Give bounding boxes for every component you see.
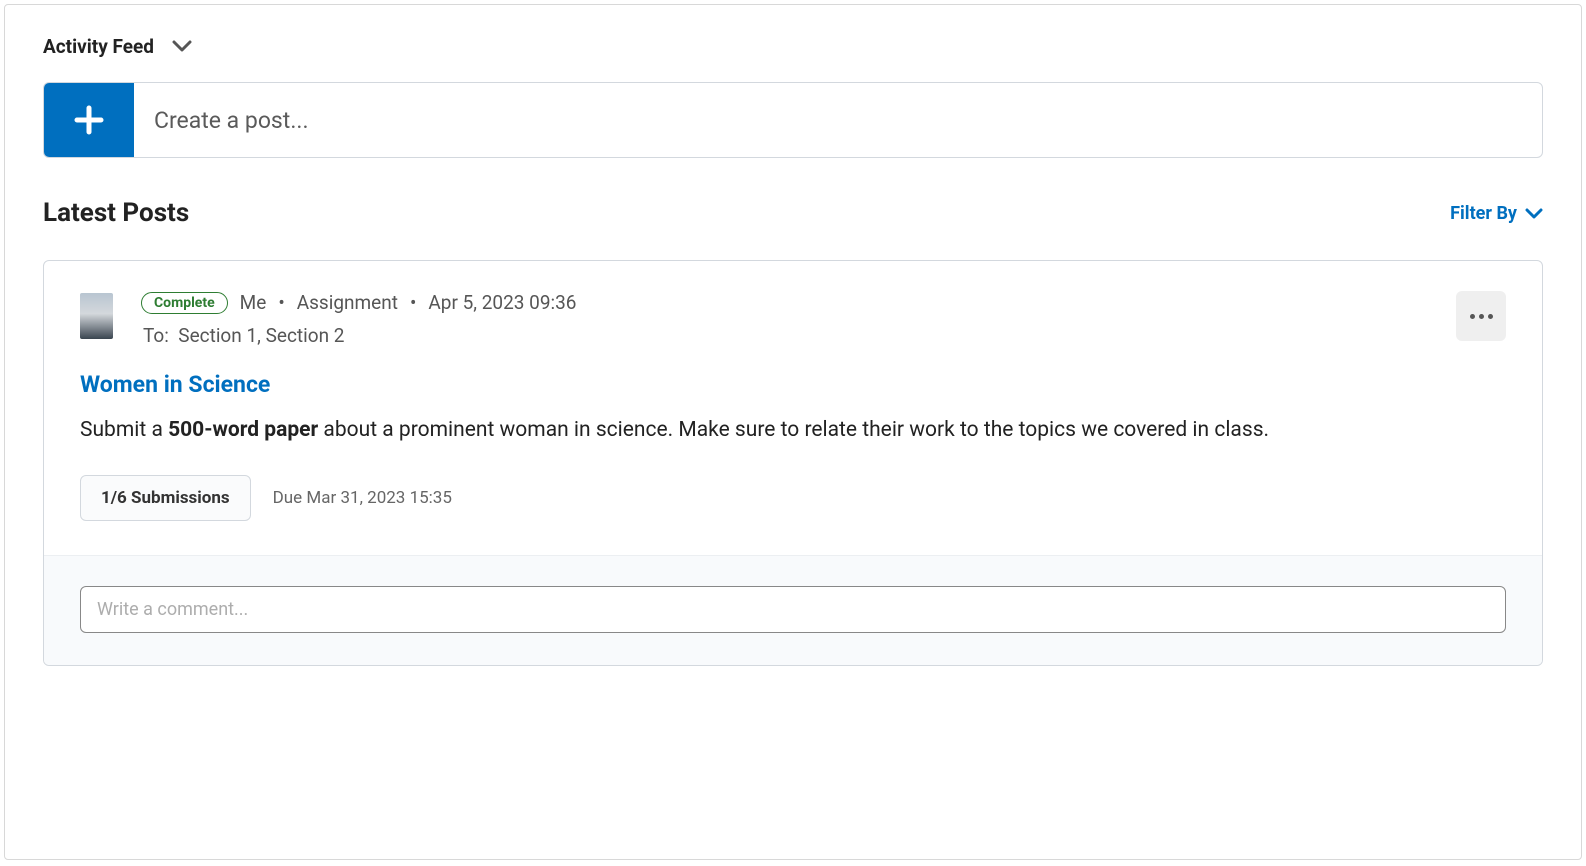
- post-date: Apr 5, 2023 09:36: [428, 291, 576, 314]
- post-meta-line-1: Complete Me • Assignment • Apr 5, 2023 0…: [141, 291, 1428, 314]
- activity-feed-panel: Activity Feed Create a post... Latest Po…: [4, 4, 1582, 860]
- post-description: Submit a 500-word paper about a prominen…: [80, 416, 1506, 445]
- post-author: Me: [240, 291, 267, 314]
- post-meta-row: Complete Me • Assignment • Apr 5, 2023 0…: [80, 291, 1506, 347]
- create-post-button[interactable]: [44, 83, 134, 157]
- page-title: Activity Feed: [43, 35, 154, 58]
- post-desc-pre: Submit a: [80, 418, 168, 442]
- status-badge: Complete: [141, 292, 228, 314]
- post-actions-row: 1/6 Submissions Due Mar 31, 2023 15:35: [80, 475, 1506, 521]
- create-post-bar[interactable]: Create a post...: [43, 82, 1543, 158]
- chevron-down-icon: [1525, 208, 1543, 219]
- post-title-link[interactable]: Women in Science: [80, 371, 1506, 398]
- post-meta: Complete Me • Assignment • Apr 5, 2023 0…: [141, 291, 1428, 347]
- comment-section: [44, 555, 1542, 665]
- to-label: To:: [143, 324, 169, 347]
- section-header: Latest Posts Filter By: [43, 198, 1543, 228]
- post-desc-post: about a prominent woman in science. Make…: [318, 418, 1269, 442]
- post-desc-bold: 500-word paper: [168, 418, 318, 442]
- submissions-button[interactable]: 1/6 Submissions: [80, 475, 251, 521]
- plus-icon: [74, 105, 104, 135]
- header-row: Activity Feed: [43, 35, 1543, 58]
- post-card: Complete Me • Assignment • Apr 5, 2023 0…: [43, 260, 1543, 666]
- more-icon: [1470, 314, 1493, 319]
- comment-input[interactable]: [80, 586, 1506, 633]
- post-recipients: Section 1, Section 2: [178, 324, 344, 347]
- chevron-down-icon[interactable]: [172, 37, 192, 56]
- filter-by-button[interactable]: Filter By: [1450, 203, 1543, 224]
- post-meta-line-2: To: Section 1, Section 2: [141, 324, 1428, 347]
- filter-by-label: Filter By: [1450, 203, 1517, 224]
- avatar: [80, 293, 113, 339]
- due-date: Due Mar 31, 2023 15:35: [273, 488, 452, 508]
- separator-dot: •: [410, 291, 416, 314]
- overflow-menu-button[interactable]: [1456, 291, 1506, 341]
- create-post-placeholder[interactable]: Create a post...: [134, 83, 1542, 157]
- section-title: Latest Posts: [43, 198, 189, 228]
- post-body: Complete Me • Assignment • Apr 5, 2023 0…: [44, 261, 1542, 555]
- post-type: Assignment: [297, 291, 398, 314]
- separator-dot: •: [278, 291, 284, 314]
